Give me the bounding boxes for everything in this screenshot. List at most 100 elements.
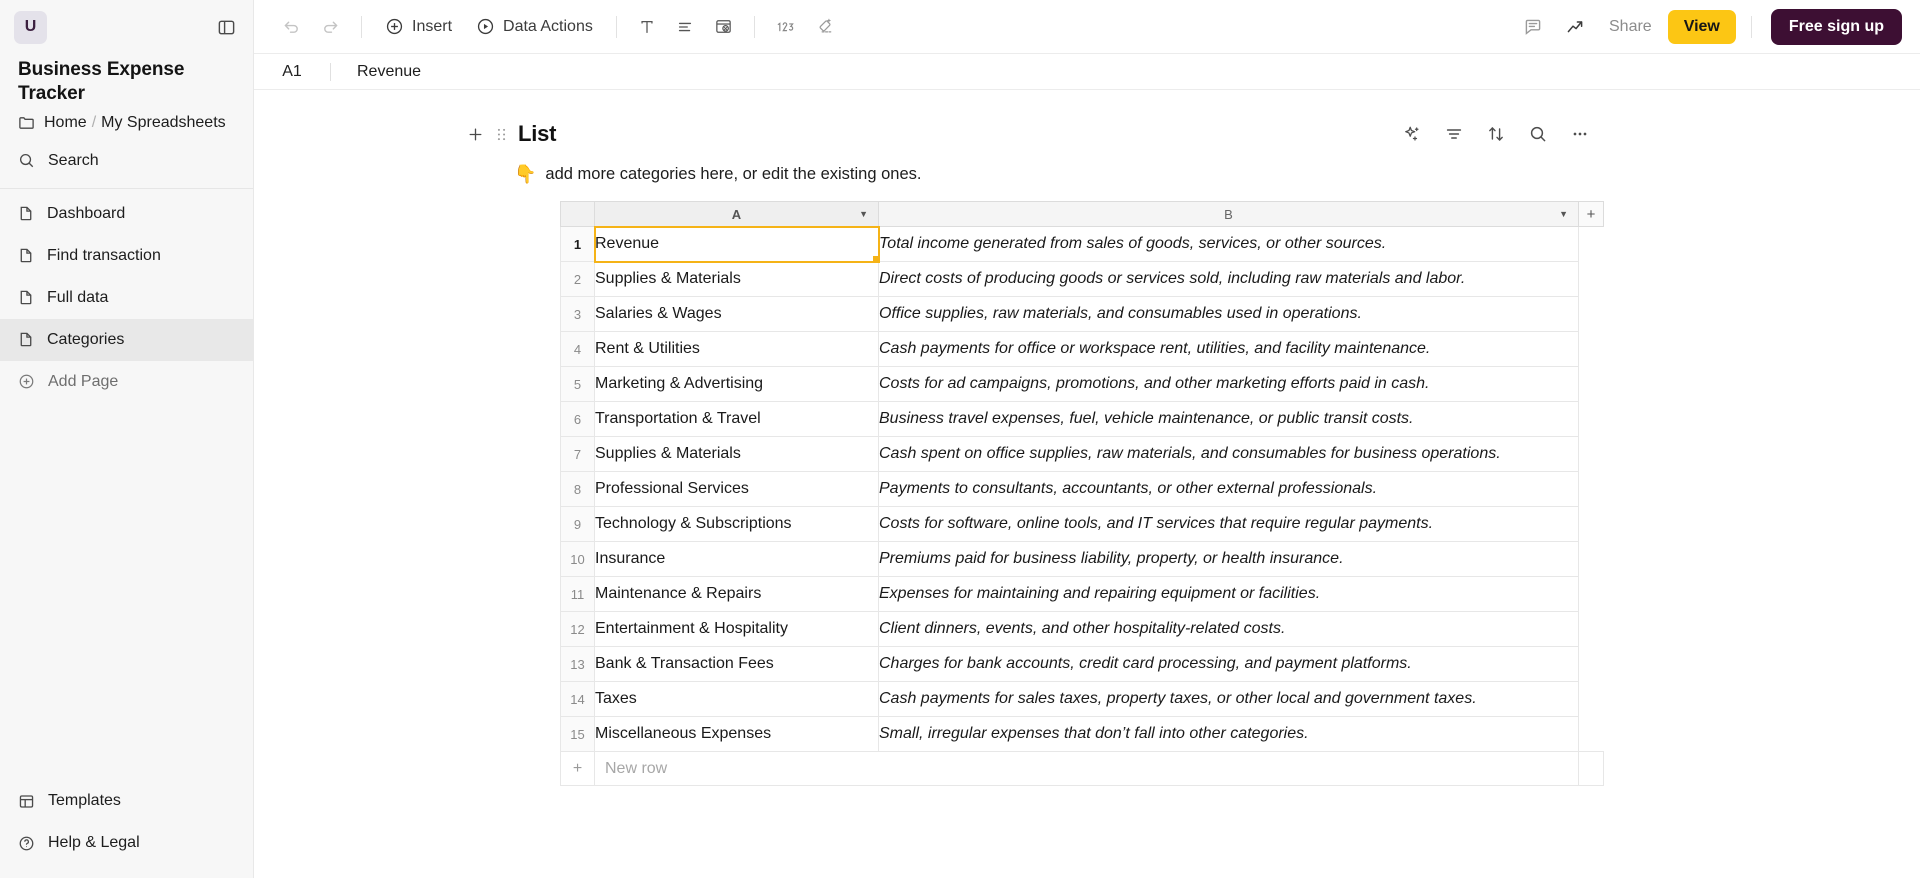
data-actions-button[interactable]: Data Actions [466, 10, 603, 44]
cell-a13[interactable]: Bank & Transaction Fees [594, 646, 879, 682]
sidebar-item-find-transaction[interactable]: Find transaction [0, 235, 253, 277]
comment-icon [1523, 17, 1543, 37]
cell-a15[interactable]: Miscellaneous Expenses [594, 716, 879, 752]
block-title[interactable]: List [518, 121, 557, 147]
cell-b2[interactable]: Direct costs of producing goods or servi… [878, 261, 1579, 297]
cell-b12[interactable]: Client dinners, events, and other hospit… [878, 611, 1579, 647]
cell-b4[interactable]: Cash payments for office or workspace re… [878, 331, 1579, 367]
data-actions-label: Data Actions [503, 17, 593, 35]
cell-b11[interactable]: Expenses for maintaining and repairing e… [878, 576, 1579, 612]
cell-a11[interactable]: Maintenance & Repairs [594, 576, 879, 612]
chevron-down-icon[interactable]: ▼ [859, 209, 868, 219]
new-row[interactable]: + New row [560, 751, 1604, 786]
row-number[interactable]: 11 [560, 576, 595, 612]
row-number[interactable]: 7 [560, 436, 595, 472]
ai-sparkle-button[interactable] [1398, 120, 1426, 148]
breadcrumb[interactable]: Home / My Spreadsheets [0, 109, 253, 140]
chevron-down-icon[interactable]: ▼ [1559, 209, 1568, 219]
fill-color-button[interactable] [706, 10, 741, 44]
add-block-button[interactable] [462, 121, 488, 147]
row-number[interactable]: 10 [560, 541, 595, 577]
comments-button[interactable] [1515, 10, 1551, 44]
breadcrumb-home[interactable]: Home [44, 114, 87, 132]
cell-a10[interactable]: Insurance [594, 541, 879, 577]
cell-a7[interactable]: Supplies & Materials [594, 436, 879, 472]
column-header-a[interactable]: A ▼ [594, 201, 879, 227]
search-icon [18, 152, 35, 169]
view-button[interactable]: View [1667, 9, 1736, 44]
cell-a2[interactable]: Supplies & Materials [594, 261, 879, 297]
more-options-button[interactable] [1566, 120, 1594, 148]
number-format-button[interactable] [768, 10, 804, 44]
row-number[interactable]: 6 [560, 401, 595, 437]
insights-button[interactable] [1557, 10, 1593, 44]
row-number[interactable]: 3 [560, 296, 595, 332]
cell-b3[interactable]: Office supplies, raw materials, and cons… [878, 296, 1579, 332]
insert-button[interactable]: Insert [375, 10, 462, 44]
cell-a3[interactable]: Salaries & Wages [594, 296, 879, 332]
cell-b5[interactable]: Costs for ad campaigns, promotions, and … [878, 366, 1579, 402]
sidebar-item-templates[interactable]: Templates [0, 780, 253, 822]
add-row-button[interactable]: + [560, 751, 595, 786]
row-number[interactable]: 14 [560, 681, 595, 717]
add-page-button[interactable]: Add Page [0, 361, 253, 403]
row-number[interactable]: 13 [560, 646, 595, 682]
row-number[interactable]: 8 [560, 471, 595, 507]
filter-button[interactable] [1440, 120, 1468, 148]
cell-b9[interactable]: Costs for software, online tools, and IT… [878, 506, 1579, 542]
cell-reference[interactable]: A1 [254, 63, 330, 81]
align-button[interactable] [668, 10, 702, 44]
undo-button[interactable] [274, 10, 309, 44]
cell-a4[interactable]: Rent & Utilities [594, 331, 879, 367]
sidebar-item-dashboard[interactable]: Dashboard [0, 193, 253, 235]
page-title: Business Expense Tracker [18, 59, 185, 105]
cell-b7[interactable]: Cash spent on office supplies, raw mater… [878, 436, 1579, 472]
table-row: 9 Technology & Subscriptions Costs for sof… [560, 506, 1604, 542]
cell-b13[interactable]: Charges for bank accounts, credit card p… [878, 646, 1579, 682]
row-number[interactable]: 1 [560, 226, 595, 262]
cell-a5[interactable]: Marketing & Advertising [594, 366, 879, 402]
clear-formatting-button[interactable] [808, 10, 843, 44]
row-number[interactable]: 9 [560, 506, 595, 542]
cell-a1[interactable]: Revenue [593, 225, 880, 263]
sidebar-item-categories[interactable]: Categories [0, 318, 253, 361]
toolbar-divider [1750, 15, 1752, 38]
cell-b10[interactable]: Premiums paid for business liability, pr… [878, 541, 1579, 577]
table-row: 5 Marketing & Advertising Costs for ad cam… [560, 366, 1604, 402]
cell-a6[interactable]: Transportation & Travel [594, 401, 879, 437]
cell-a9[interactable]: Technology & Subscriptions [594, 506, 879, 542]
redo-button[interactable] [313, 10, 348, 44]
cell-b6[interactable]: Business travel expenses, fuel, vehicle … [878, 401, 1579, 437]
cell-b8[interactable]: Payments to consultants, accountants, or… [878, 471, 1579, 507]
text-format-button[interactable] [630, 10, 664, 44]
cell-b15[interactable]: Small, irregular expenses that don’t fal… [878, 716, 1579, 752]
row-number[interactable]: 15 [560, 716, 595, 752]
sidebar-collapse-icon[interactable] [213, 14, 239, 40]
select-all-corner[interactable] [560, 201, 595, 227]
cell-a14[interactable]: Taxes [594, 681, 879, 717]
row-number[interactable]: 4 [560, 331, 595, 367]
add-column-button[interactable]: + [1578, 201, 1604, 227]
cell-a8[interactable]: Professional Services [594, 471, 879, 507]
row-number[interactable]: 5 [560, 366, 595, 402]
cell-a12[interactable]: Entertainment & Hospitality [594, 611, 879, 647]
cell-b1[interactable]: Total income generated from sales of goo… [878, 226, 1579, 262]
formula-input[interactable]: Revenue [331, 63, 1920, 81]
column-header-b[interactable]: B ▼ [878, 201, 1579, 227]
free-signup-button[interactable]: Free sign up [1770, 8, 1902, 45]
row-number[interactable]: 12 [560, 611, 595, 647]
new-row-placeholder[interactable]: New row [594, 751, 1579, 786]
avatar[interactable]: U [14, 10, 47, 44]
table-row: 14 Taxes Cash payments for sales taxes, pr… [560, 681, 1604, 717]
number-format-icon [776, 19, 796, 35]
row-number[interactable]: 2 [560, 261, 595, 297]
share-button[interactable]: Share [1599, 10, 1662, 44]
breadcrumb-folder[interactable]: My Spreadsheets [101, 114, 226, 132]
drag-handle-icon[interactable] [490, 121, 512, 147]
search-item[interactable]: Search [0, 140, 253, 182]
sidebar-item-full-data[interactable]: Full data [0, 277, 253, 319]
cell-b14[interactable]: Cash payments for sales taxes, property … [878, 681, 1579, 717]
sort-button[interactable] [1482, 120, 1510, 148]
sidebar-item-help-legal[interactable]: Help & Legal [0, 822, 253, 864]
search-table-button[interactable] [1524, 120, 1552, 148]
